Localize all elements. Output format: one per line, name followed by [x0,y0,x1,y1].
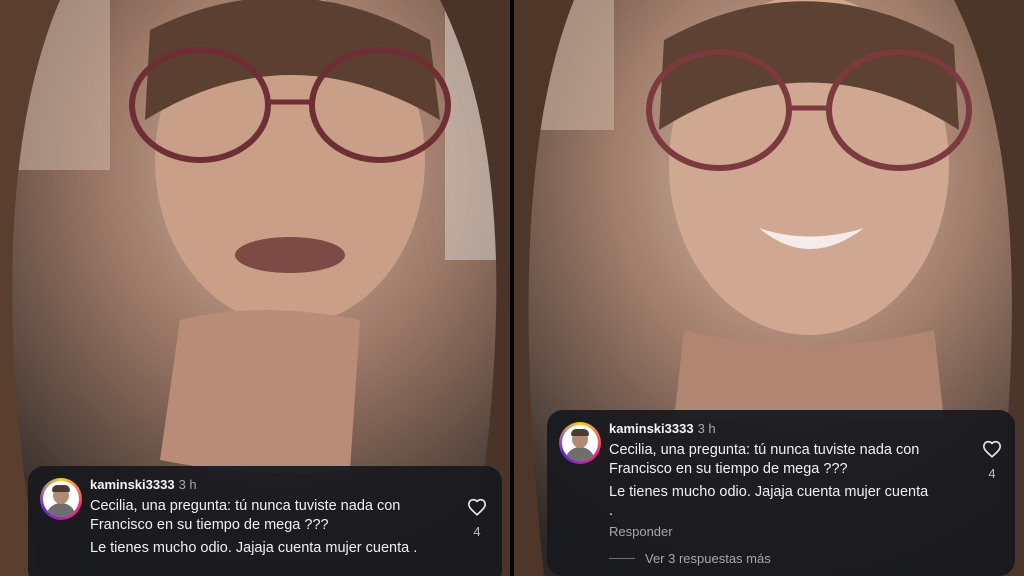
avatar-photo [562,425,598,461]
comment-card: kaminski3333 3 h Cecilia, una pregunta: t… [547,410,1015,576]
like-count: 4 [988,466,996,481]
comment-text-continued: Le tienes mucho odio. Jajaja cuenta muje… [609,484,929,519]
reply-button[interactable]: Responder [609,524,673,539]
avatar-photo [43,481,79,517]
username[interactable]: kaminski3333 [90,477,175,492]
heart-icon [982,440,1002,458]
like-count: 4 [473,524,481,539]
comment-header: kaminski3333 3 h [90,477,197,492]
user-avatar[interactable] [40,478,82,520]
view-more-replies-label: Ver 3 respuestas más [645,551,771,566]
username[interactable]: kaminski3333 [609,421,694,436]
view-more-replies-link[interactable]: Ver 3 respuestas más [609,551,771,566]
like-button[interactable]: 4 [466,498,488,539]
comment-text: Cecilia, una pregunta: tú nunca tuviste … [609,442,920,477]
comment-card: kaminski3333 3 h Cecilia, una pregunta: t… [28,466,502,576]
replies-divider [609,558,635,559]
video-frame-right: kaminski3333 3 h Cecilia, una pregunta: t… [514,0,1024,576]
timestamp: 3 h [178,477,197,492]
video-frame-left: kaminski3333 3 h Cecilia, una pregunta: t… [0,0,510,576]
like-button[interactable]: 4 [981,440,1003,481]
comment-text-continued: Le tienes mucho odio. Jajaja cuenta muje… [90,540,418,556]
heart-icon [467,498,487,516]
comment-text: Cecilia, una pregunta: tú nunca tuviste … [90,498,401,533]
user-avatar[interactable] [559,422,601,464]
timestamp: 3 h [697,421,716,436]
comment-header: kaminski3333 3 h [609,421,716,436]
